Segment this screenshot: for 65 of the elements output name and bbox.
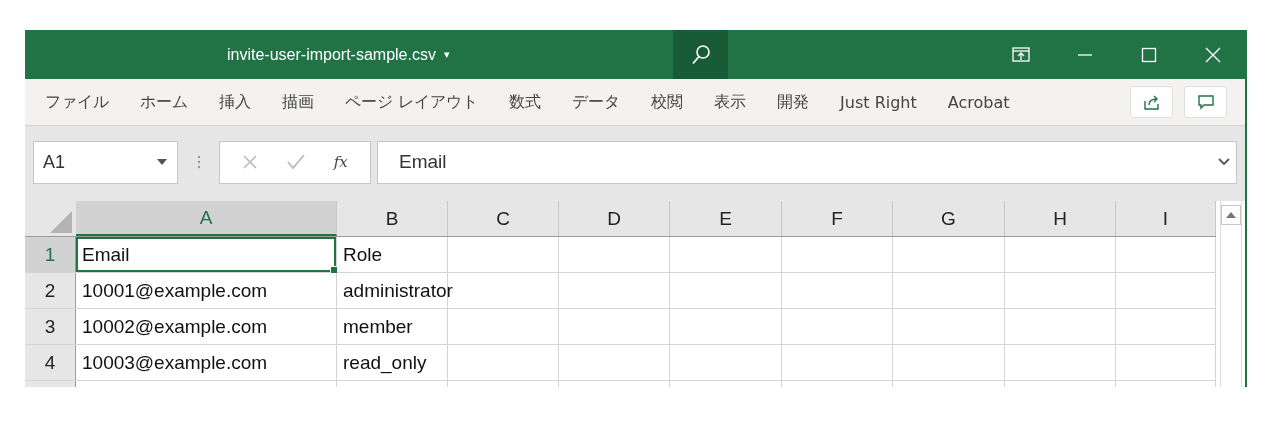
table-cell[interactable]: 10001@example.com: [76, 273, 337, 308]
insert-function-button[interactable]: fx: [333, 153, 348, 171]
column-header[interactable]: D: [559, 201, 670, 236]
cell-text: member: [343, 315, 413, 338]
cell-text: 10001@example.com: [82, 279, 268, 302]
table-cell[interactable]: read_only: [337, 345, 448, 380]
column-header[interactable]: G: [893, 201, 1005, 236]
table-cell[interactable]: 10003@example.com: [76, 345, 337, 380]
cell-text: Role: [343, 243, 383, 266]
table-cell[interactable]: Email: [76, 237, 337, 272]
column-header[interactable]: H: [1005, 201, 1116, 236]
search-button[interactable]: [673, 30, 728, 79]
ribbon-display-icon: [1012, 46, 1030, 63]
ribbon-tab[interactable]: Just Right: [828, 85, 929, 119]
chevron-down-icon[interactable]: [1218, 158, 1230, 166]
drag-handle-icon[interactable]: [197, 154, 201, 170]
caret-icon: [157, 159, 167, 165]
formula-input[interactable]: Email: [377, 140, 1237, 184]
name-box[interactable]: A1: [33, 140, 178, 184]
caret-up-icon: [1226, 212, 1236, 218]
close-icon: [1205, 46, 1221, 63]
column-header[interactable]: A: [76, 201, 337, 236]
cell-text: administrator: [343, 279, 453, 302]
ribbon-tab[interactable]: ページ レイアウト: [333, 85, 491, 119]
column-header[interactable]: F: [782, 201, 893, 236]
cell-text: 10003@example.com: [82, 351, 268, 374]
ribbon-tab[interactable]: ホーム: [128, 85, 200, 119]
vertical-scrollbar[interactable]: [1220, 201, 1242, 387]
share-icon: [1142, 93, 1161, 111]
table-cell[interactable]: member: [337, 309, 448, 344]
comment-icon: [1196, 93, 1215, 111]
row-header[interactable]: 1: [25, 237, 76, 272]
ribbon-tab[interactable]: ファイル: [33, 85, 121, 119]
ribbon-tab[interactable]: 挿入: [207, 85, 263, 119]
ribbon-tab[interactable]: 表示: [702, 85, 759, 119]
cell-text: Email: [82, 243, 130, 266]
ribbon-tab[interactable]: 開発: [765, 85, 822, 119]
minimize-icon: [1077, 53, 1093, 56]
table-cell[interactable]: 10002@example.com: [76, 309, 337, 344]
comments-button[interactable]: [1184, 86, 1227, 118]
search-icon: [690, 43, 711, 66]
ribbon-tab[interactable]: データ: [560, 85, 633, 119]
column-header[interactable]: I: [1116, 201, 1216, 236]
check-icon[interactable]: [287, 154, 305, 170]
table-cell[interactable]: Role: [337, 237, 448, 272]
scroll-up-button[interactable]: [1221, 205, 1241, 225]
cell-text: 10002@example.com: [82, 315, 268, 338]
cancel-icon[interactable]: [242, 154, 259, 170]
column-header[interactable]: B: [337, 201, 448, 236]
share-button[interactable]: [1130, 86, 1173, 118]
row-header[interactable]: 2: [25, 273, 76, 308]
column-header[interactable]: C: [448, 201, 559, 236]
ribbon-tab[interactable]: 描画: [270, 85, 326, 119]
window-title: invite-user-import-sample.csv: [227, 45, 436, 64]
column-header[interactable]: E: [670, 201, 782, 236]
ribbon-tab[interactable]: 校閲: [639, 85, 696, 119]
maximize-icon: [1141, 46, 1157, 63]
row-header[interactable]: 3: [25, 309, 76, 344]
triangle-icon: [50, 211, 72, 233]
ribbon-tab[interactable]: 数式: [497, 85, 554, 119]
title-menu-caret[interactable]: ▾: [443, 48, 450, 61]
row-header[interactable]: 4: [25, 345, 76, 380]
cell-text: read_only: [343, 351, 427, 374]
fill-handle[interactable]: [330, 266, 337, 273]
ribbon-tab[interactable]: Acrobat: [935, 85, 1022, 119]
